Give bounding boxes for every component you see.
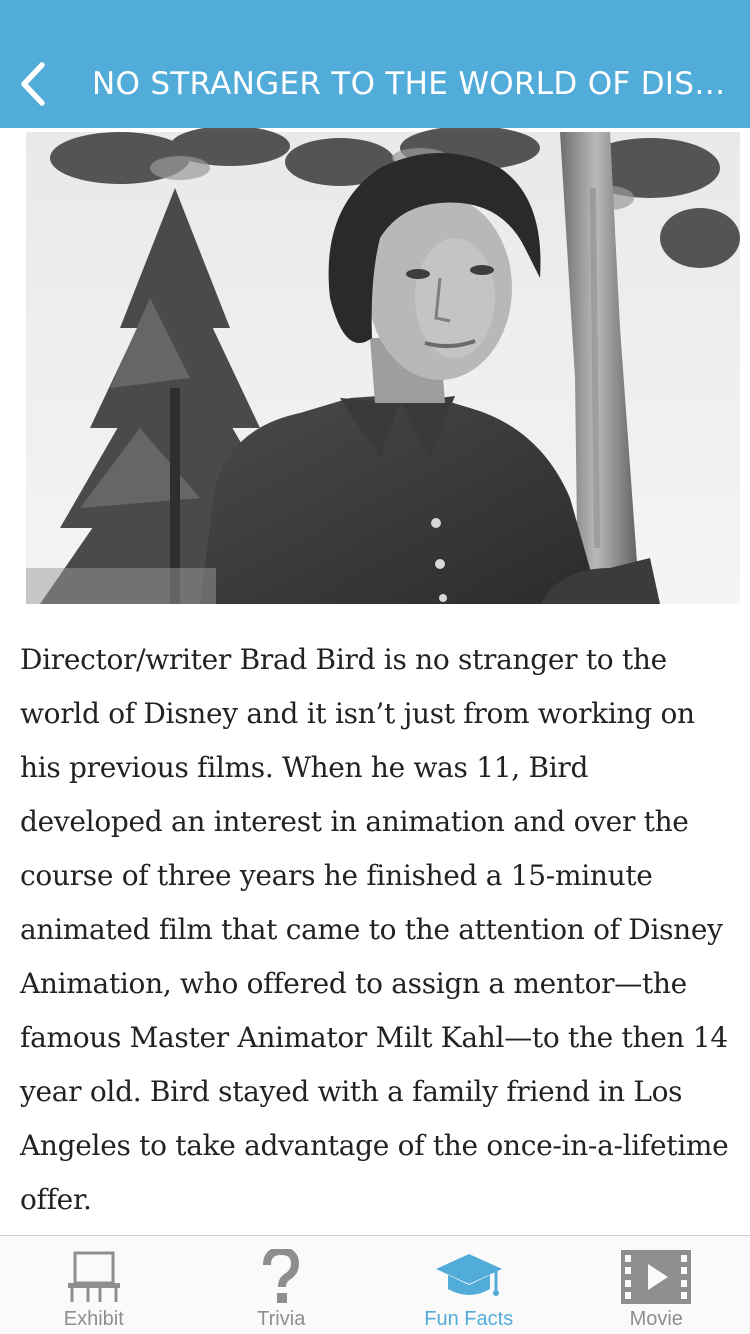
tab-label: Fun Facts: [424, 1308, 514, 1330]
tab-label: Exhibit: [63, 1308, 124, 1330]
article-photo: [0, 128, 750, 604]
tab-label: Movie: [629, 1308, 683, 1330]
chevron-left-icon: [21, 62, 45, 106]
exhibit-icon: [67, 1251, 120, 1302]
tab-movie[interactable]: Movie: [563, 1236, 750, 1334]
tab-trivia[interactable]: Trivia: [188, 1236, 376, 1334]
tab-fun-facts[interactable]: Fun Facts: [375, 1236, 563, 1334]
film-play-icon: [621, 1250, 692, 1304]
nav-header: NO STRANGER TO THE WORLD OF DISNEY: [0, 0, 750, 128]
tab-bar: Exhibit Trivia Fun Facts Movie: [0, 1235, 750, 1334]
article-body: Director/writer Brad Bird is no stranger…: [20, 643, 729, 1216]
tab-label: Trivia: [257, 1308, 306, 1330]
tab-exhibit[interactable]: Exhibit: [0, 1236, 188, 1334]
back-button[interactable]: [8, 56, 58, 112]
graduation-cap-icon: [435, 1254, 502, 1296]
page-title: NO STRANGER TO THE WORLD OF DISNEY: [92, 66, 732, 102]
question-mark-icon: [263, 1249, 300, 1303]
